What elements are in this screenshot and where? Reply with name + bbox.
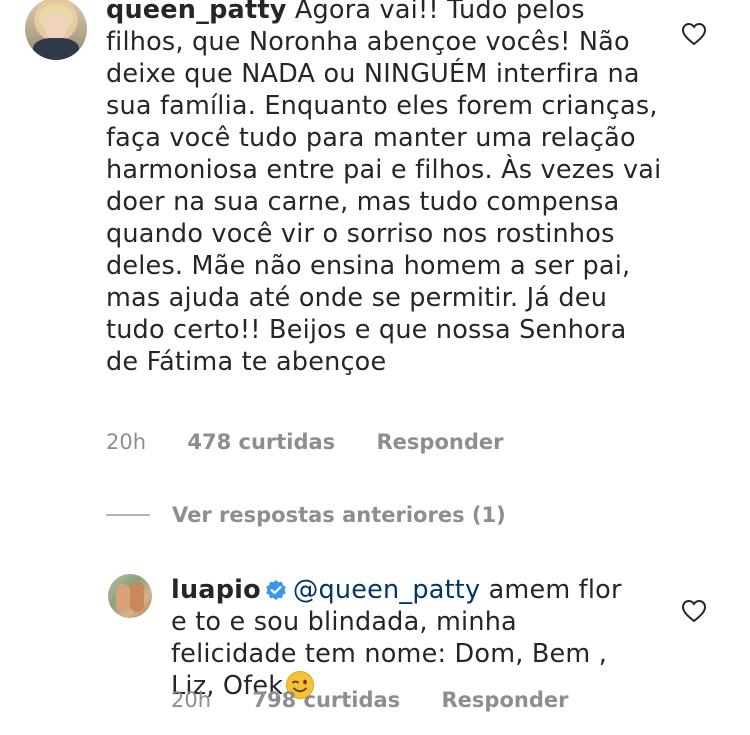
reply-time: 20h: [171, 688, 212, 712]
view-replies-label: Ver respostas anteriores (1): [172, 503, 506, 527]
view-replies-button[interactable]: Ver respostas anteriores (1): [106, 503, 506, 527]
reply-button[interactable]: Responder: [442, 688, 569, 712]
reply-likes[interactable]: 798 curtidas: [252, 688, 400, 712]
heart-icon[interactable]: [681, 599, 707, 623]
verified-badge-icon: [266, 580, 286, 600]
heart-icon[interactable]: [681, 22, 707, 46]
view-replies-divider: [106, 514, 150, 516]
reply-meta: 20h 798 curtidas Responder: [171, 688, 568, 712]
reply-mention[interactable]: @queen_patty: [293, 575, 480, 605]
avatar-shirt: [33, 38, 79, 60]
comment-text: Agora vai!! Tudo pelos filhos, que Noron…: [106, 0, 670, 377]
avatar[interactable]: [25, 0, 87, 60]
comment-body: queen_patty Agora vai!! Tudo pelos filho…: [106, 0, 666, 378]
comment-username[interactable]: queen_patty: [106, 0, 287, 25]
reply-button[interactable]: Responder: [377, 430, 504, 454]
avatar[interactable]: [108, 574, 152, 618]
reply-username[interactable]: luapio: [171, 575, 261, 605]
avatar-face: [44, 13, 68, 39]
reply-body: luapio @queen_patty amem flor e to e sou…: [171, 574, 641, 702]
avatar-figure: [116, 584, 130, 612]
comment-meta: 20h 478 curtidas Responder: [106, 430, 503, 454]
comment-likes[interactable]: 478 curtidas: [187, 430, 335, 454]
comment-time: 20h: [106, 430, 147, 454]
avatar-figure: [130, 582, 144, 612]
